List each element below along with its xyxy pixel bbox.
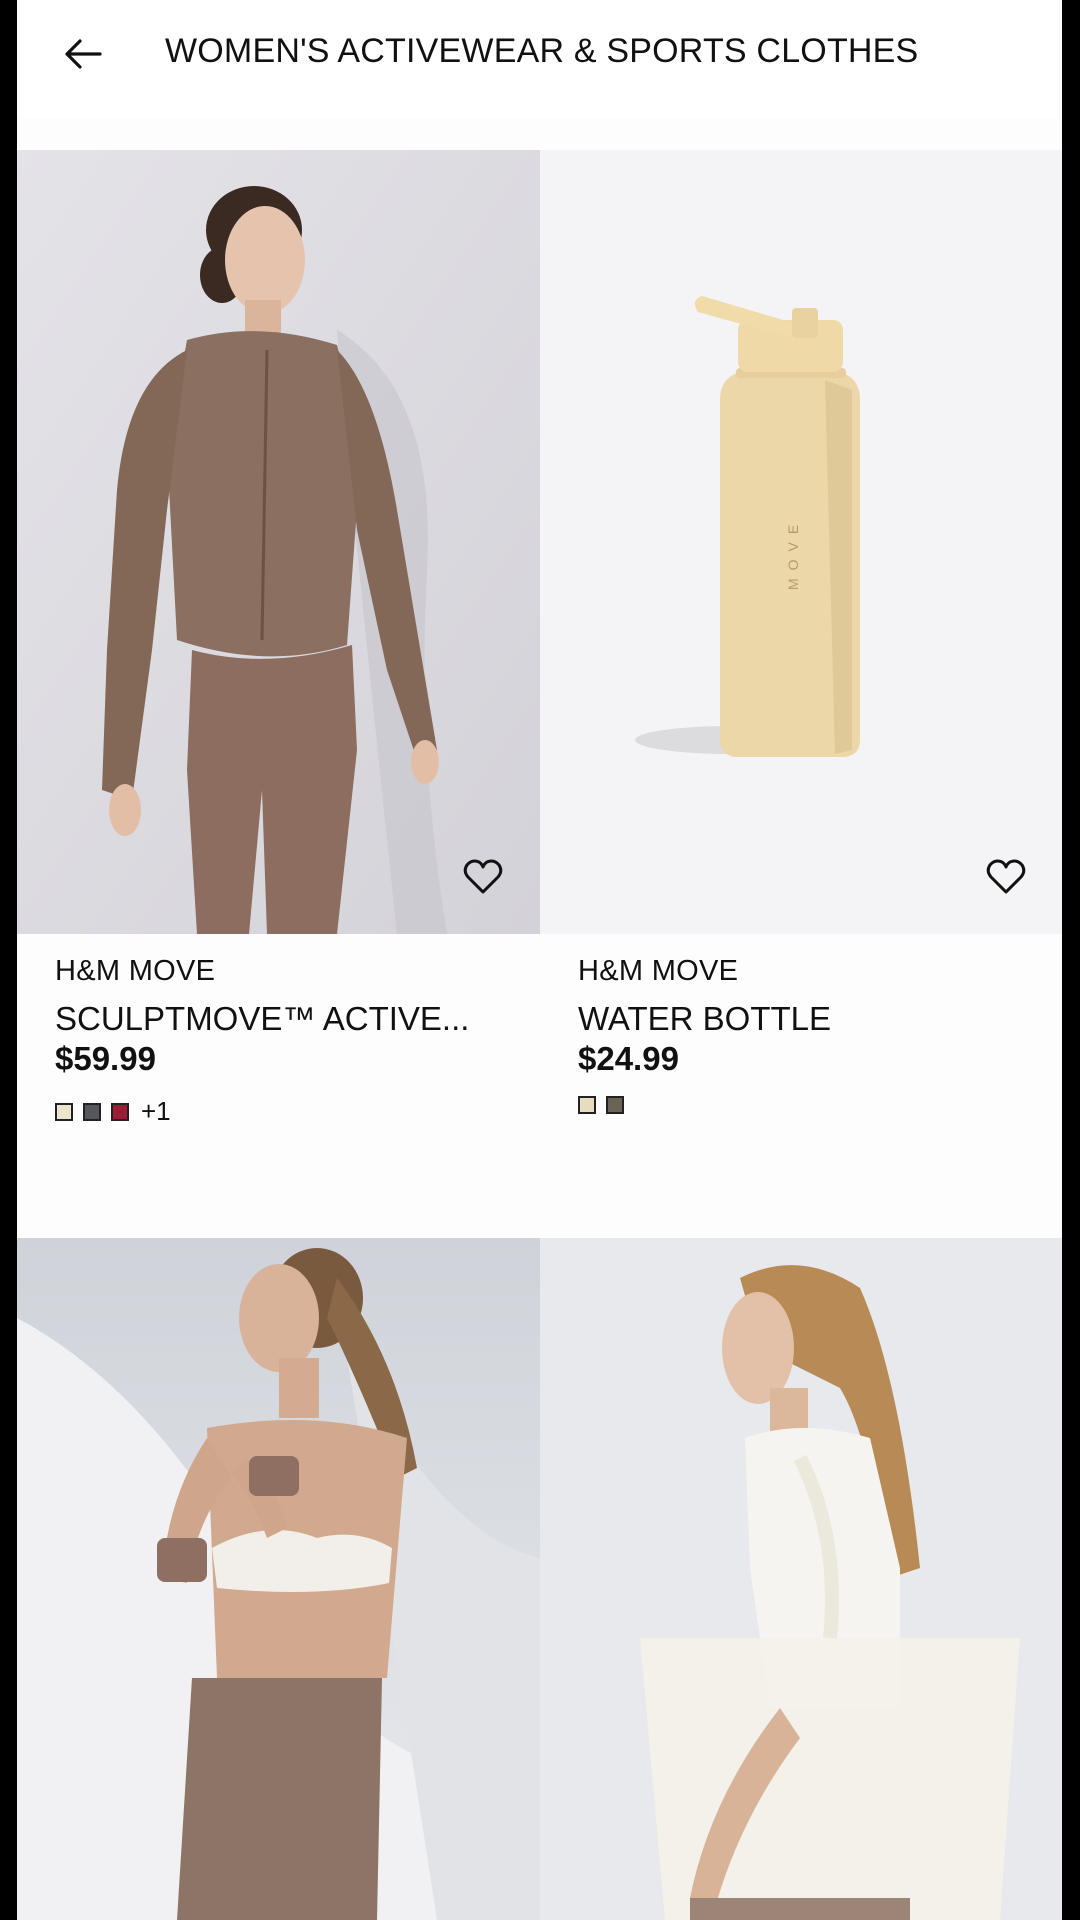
color-swatch[interactable]: [578, 1096, 596, 1114]
color-swatch[interactable]: [111, 1102, 129, 1121]
product-photo: [17, 150, 540, 934]
product-image-jacket[interactable]: [17, 150, 540, 934]
product-name[interactable]: SCULPTMOVE™ ACTIVE...: [55, 1000, 515, 1038]
color-swatch[interactable]: [83, 1102, 101, 1121]
color-swatches: +1: [55, 1096, 171, 1127]
color-swatch[interactable]: [606, 1096, 624, 1114]
product-image-tote[interactable]: [540, 1238, 1062, 1920]
product-photo: [17, 1238, 540, 1920]
product-list-page: WOMEN'S ACTIVEWEAR & SPORTS CLOTHES H&M …: [17, 0, 1062, 1920]
product-card[interactable]: [17, 1238, 540, 1920]
arrow-left-icon: [65, 39, 102, 69]
page-title: WOMEN'S ACTIVEWEAR & SPORTS CLOTHES: [165, 32, 919, 70]
app-screen: WOMEN'S ACTIVEWEAR & SPORTS CLOTHES H&M …: [0, 0, 1080, 1920]
product-price: $24.99: [578, 1040, 679, 1077]
product-card[interactable]: MOVE H&M MOVE WATER BOTTLE $24.99: [540, 150, 1062, 1240]
back-button[interactable]: [57, 28, 109, 80]
product-card[interactable]: H&M MOVE SCULPTMOVE™ ACTIVE... $59.99 +1: [17, 150, 540, 1240]
heart-outline-icon[interactable]: [985, 856, 1027, 898]
color-swatch[interactable]: [55, 1102, 73, 1121]
svg-text:MOVE: MOVE: [785, 517, 801, 590]
more-colors-count: +1: [141, 1096, 171, 1126]
product-name[interactable]: WATER BOTTLE: [578, 1000, 1038, 1038]
top-app-bar: WOMEN'S ACTIVEWEAR & SPORTS CLOTHES: [17, 0, 1062, 118]
product-image-bottle[interactable]: MOVE: [540, 150, 1062, 934]
product-brand: H&M MOVE: [55, 955, 216, 987]
heart-outline-icon[interactable]: [462, 856, 504, 898]
product-photo: [540, 1238, 1062, 1920]
product-image-sportsbra[interactable]: [17, 1238, 540, 1920]
color-swatches: [578, 1096, 624, 1114]
product-brand: H&M MOVE: [578, 955, 739, 987]
product-price: $59.99: [55, 1040, 156, 1077]
product-card[interactable]: [540, 1238, 1062, 1920]
product-photo: MOVE: [540, 150, 1062, 934]
